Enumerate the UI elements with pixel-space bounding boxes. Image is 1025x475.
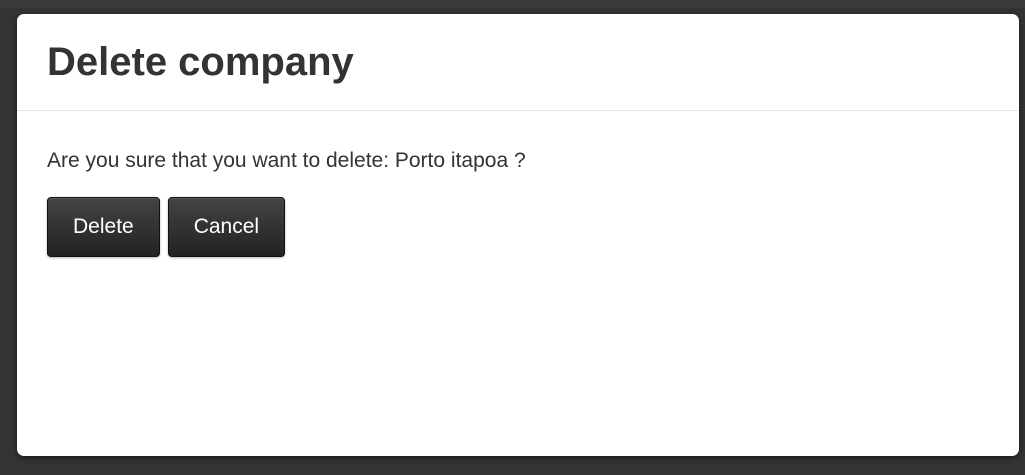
cancel-button[interactable]: Cancel (167, 197, 286, 257)
dialog-body: Are you sure that you want to delete: Po… (17, 111, 1019, 257)
delete-company-dialog: Delete company Are you sure that you wan… (17, 14, 1019, 456)
delete-button[interactable]: Delete (47, 197, 160, 257)
dialog-header: Delete company (17, 14, 1019, 111)
backdrop-top-strip (0, 0, 1025, 8)
dialog-actions: Delete Cancel (47, 197, 1019, 257)
dialog-title: Delete company (47, 40, 354, 84)
confirmation-message: Are you sure that you want to delete: Po… (47, 149, 526, 172)
